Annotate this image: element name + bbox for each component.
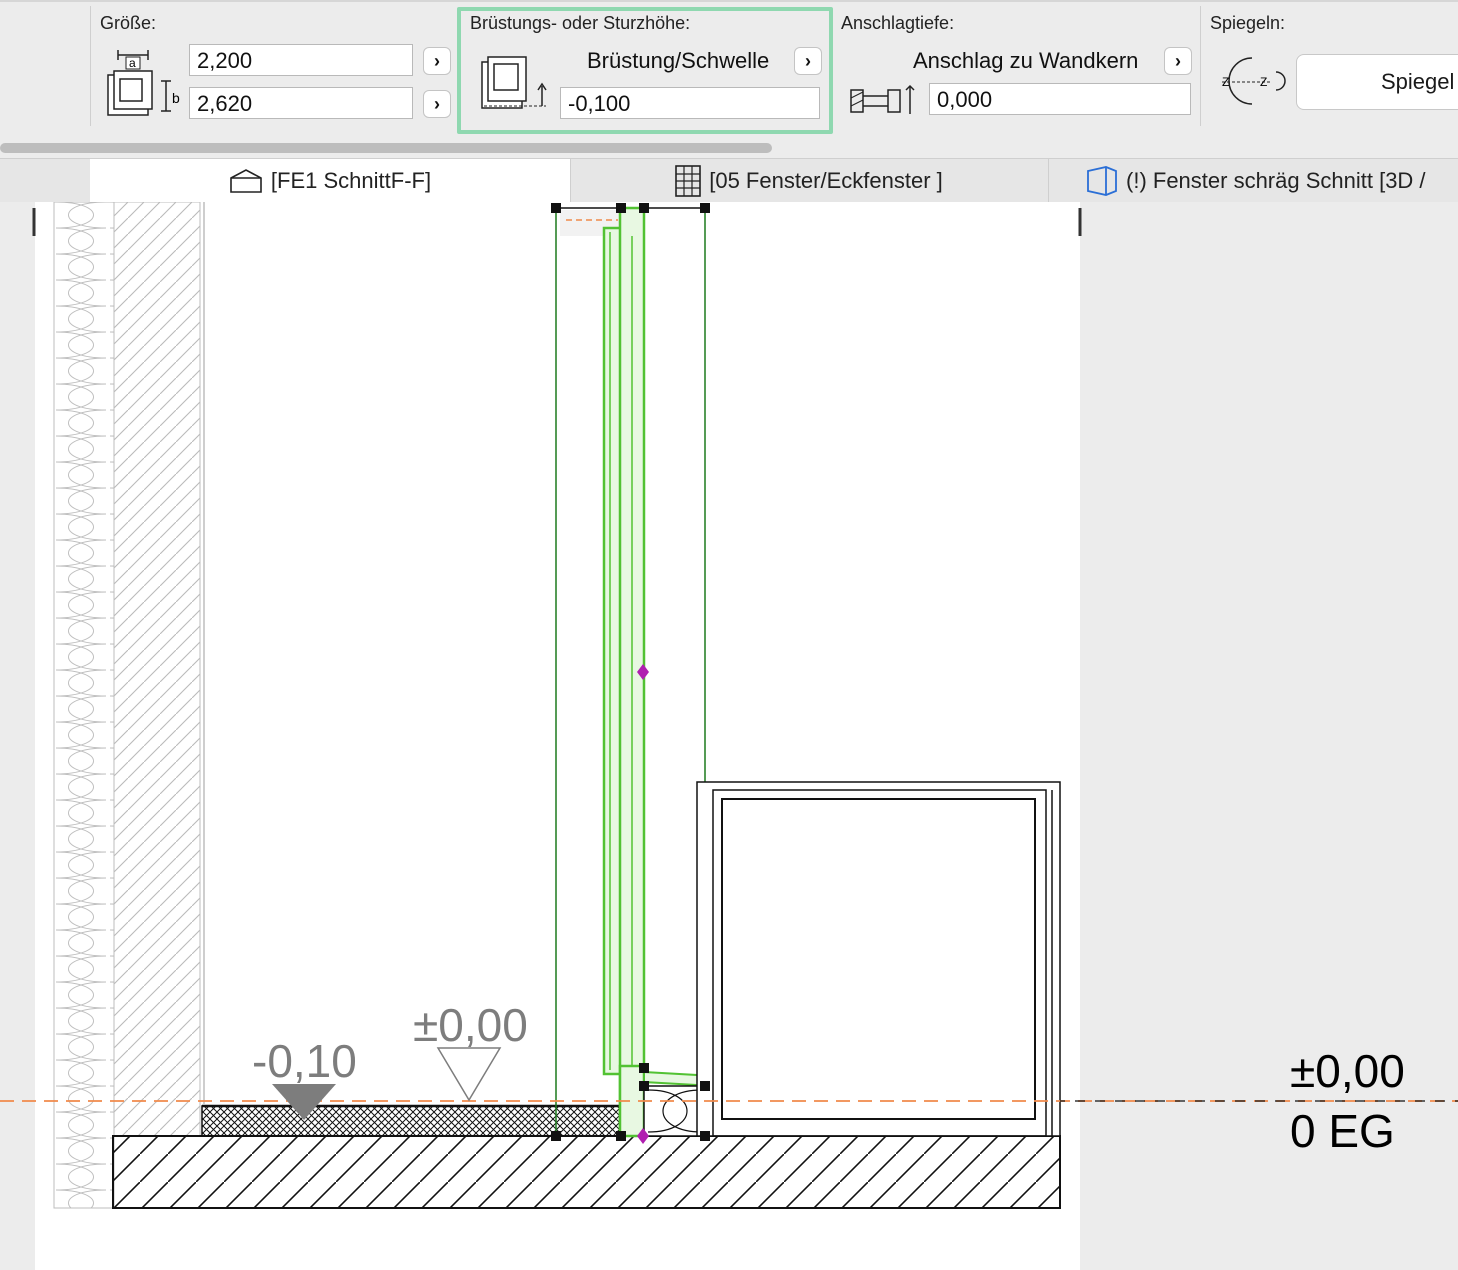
reveal-depth-icon: [850, 84, 915, 114]
sill-height-label: Brüstungs- oder Sturzhöhe:: [470, 13, 691, 33]
view-tab-bar: [FE1 SchnittF-F] [05 Fenster/Eckfenster …: [0, 158, 1458, 203]
drawing: [0, 202, 1458, 1270]
sill-height-field[interactable]: -0,100: [560, 87, 820, 119]
size-label: Größe:: [100, 13, 157, 33]
section-drawing-canvas[interactable]: -0,10 ±0,00 ±0,00 0 EG: [0, 202, 1458, 1270]
tab-label: [FE1 SchnittF-F]: [270, 168, 432, 193]
sill-popup-label[interactable]: Brüstung/Schwelle: [587, 48, 769, 74]
tab-3d-view[interactable]: (!) Fenster schräg Schnitt [3D /: [1086, 159, 1458, 203]
floor-slab: [112, 1135, 1061, 1209]
schedule-icon: [675, 165, 702, 197]
chevron-right-icon: ›: [805, 50, 811, 71]
divider: [1200, 6, 1201, 126]
tab-divider: [1048, 159, 1049, 203]
tab-section-view[interactable]: [FE1 SchnittF-F]: [90, 159, 570, 203]
cabinet-element: [696, 781, 1061, 1137]
height-field[interactable]: 2,620: [189, 87, 413, 119]
level-label-zero: ±0,00: [413, 999, 528, 1051]
tab-label: [05 Fenster/Eckfenster ]: [709, 168, 943, 193]
scrollbar-thumb[interactable]: [0, 143, 772, 153]
sill-popup-button[interactable]: ›: [794, 47, 822, 75]
section-icon: [230, 169, 262, 193]
mirror-icon: Z Z: [1222, 57, 1286, 105]
level-label-minus: -0,10: [252, 1035, 357, 1087]
story-elevation: ±0,00: [1290, 1045, 1405, 1097]
window-size-icon: a b: [107, 50, 180, 116]
width-field[interactable]: 2,200: [189, 44, 413, 76]
svg-text:Z: Z: [1260, 75, 1267, 89]
mirror-button[interactable]: Spiegel: [1296, 54, 1458, 110]
tab-schedule[interactable]: [05 Fenster/Eckfenster ]: [570, 159, 1048, 203]
height-arrow-button[interactable]: ›: [423, 90, 451, 118]
wall-structure: [113, 202, 201, 1137]
svg-text:Z: Z: [1222, 75, 1229, 89]
chevron-right-icon: ›: [434, 50, 440, 71]
tab-label: (!) Fenster schräg Schnitt [3D /: [1126, 168, 1426, 193]
width-letter: a: [129, 56, 136, 70]
reveal-depth-label: Anschlagtiefe:: [841, 13, 955, 33]
3d-view-icon: [1087, 166, 1117, 196]
info-box-toolbar: Größe: a b 2,200 › 2,620 › Brüstungs- od…: [0, 0, 1458, 140]
height-letter: b: [172, 90, 180, 106]
sill-height-icon: [481, 56, 547, 109]
width-arrow-button[interactable]: ›: [423, 47, 451, 75]
chevron-right-icon: ›: [434, 93, 440, 114]
reveal-depth-field[interactable]: 0,000: [929, 83, 1191, 115]
mirror-label: Spiegeln:: [1210, 13, 1286, 33]
story-name: 0 EG: [1290, 1105, 1395, 1157]
chevron-right-icon: ›: [1175, 50, 1181, 71]
divider: [90, 6, 91, 126]
wall-insulation: [53, 202, 115, 1209]
reveal-popup-button[interactable]: ›: [1164, 47, 1192, 75]
reveal-popup-label[interactable]: Anschlag zu Wandkern: [913, 48, 1138, 74]
